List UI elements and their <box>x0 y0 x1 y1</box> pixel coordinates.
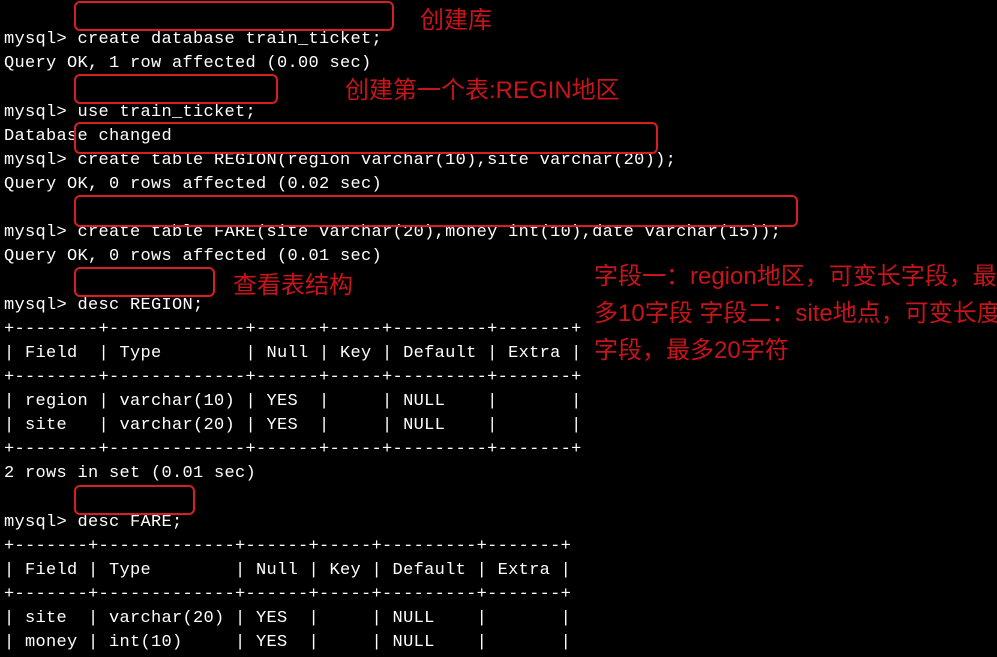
table-row: | region | varchar(10) | YES | | NULL | … <box>4 392 582 411</box>
table-border: +--------+-------------+------+-----+---… <box>4 440 582 459</box>
annotation-create-db: 创建库 <box>420 2 492 39</box>
table-border: +--------+-------------+------+-----+---… <box>4 368 582 387</box>
table-row: | money | int(10) | YES | | NULL | | <box>4 633 571 652</box>
table-row: | site | varchar(20) | YES | | NULL | | <box>4 609 571 628</box>
table-border: +-------+-------------+------+-----+----… <box>4 585 571 604</box>
table-row: | site | varchar(20) | YES | | NULL | | <box>4 416 582 435</box>
response-line: Query OK, 0 rows affected (0.01 sec) <box>4 247 382 266</box>
mysql-prompt[interactable]: mysql> use train_ticket; <box>4 103 256 122</box>
annotation-create-table: 创建第一个表:REGIN地区 <box>345 72 620 109</box>
annotation-desc: 查看表结构 <box>233 267 353 304</box>
table-border: +--------+-------------+------+-----+---… <box>4 320 582 339</box>
mysql-prompt[interactable]: mysql> create table FARE(site varchar(20… <box>4 223 781 242</box>
mysql-prompt[interactable]: mysql> desc FARE; <box>4 513 183 532</box>
response-line: Query OK, 1 row affected (0.00 sec) <box>4 54 372 73</box>
table-header: | Field | Type | Null | Key | Default | … <box>4 561 571 580</box>
table-border: +-------+-------------+------+-----+----… <box>4 537 571 556</box>
response-line: Database changed <box>4 127 172 146</box>
mysql-prompt[interactable]: mysql> create table REGION(region varcha… <box>4 151 676 170</box>
mysql-prompt[interactable]: mysql> create database train_ticket; <box>4 30 382 49</box>
annotation-fields: 字段一：region地区，可变长字段，最多10字段 字段二：site地点，可变长… <box>594 258 997 370</box>
response-line: 2 rows in set (0.01 sec) <box>4 464 256 483</box>
response-line: Query OK, 0 rows affected (0.02 sec) <box>4 175 382 194</box>
mysql-prompt[interactable]: mysql> desc REGION; <box>4 296 204 315</box>
table-header: | Field | Type | Null | Key | Default | … <box>4 344 582 363</box>
